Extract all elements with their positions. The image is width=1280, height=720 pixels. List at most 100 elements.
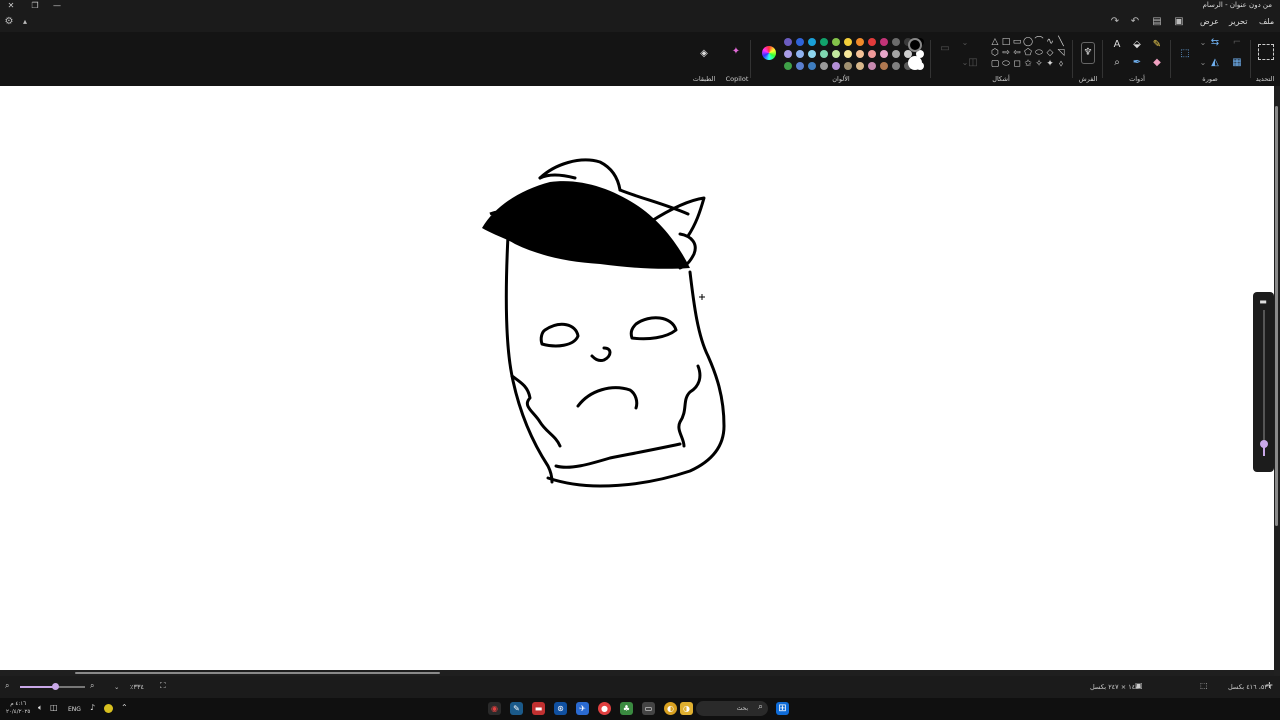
shape-outline-icon[interactable]: ▭	[938, 42, 952, 56]
magnifier-icon[interactable]: ⌕	[1110, 56, 1124, 70]
color-swatch[interactable]	[856, 62, 864, 70]
zoom-out-icon[interactable]: ⌕	[5, 681, 9, 691]
color-swatch[interactable]	[820, 50, 828, 58]
resize-icon[interactable]: ⇆	[1208, 36, 1222, 50]
shape-tool-icon[interactable]: ✩	[1023, 60, 1033, 69]
clock[interactable]: ٤:١٦ م ٢٠/٤/٢٠٢٥	[6, 700, 30, 716]
minimize-icon[interactable]: —	[46, 0, 68, 12]
color-swatch[interactable]	[892, 38, 900, 46]
microphone-icon[interactable]: ♪	[90, 703, 95, 712]
shape-tool-icon[interactable]: ⬭	[1034, 49, 1044, 58]
color-swatch[interactable]	[796, 62, 804, 70]
shape-tool-icon[interactable]: ◇	[1045, 49, 1055, 58]
shape-tool-icon[interactable]: ⇨	[1001, 49, 1011, 58]
app-icon-3[interactable]: ▬	[532, 702, 545, 715]
color-swatch[interactable]	[796, 50, 804, 58]
shape-tool-icon[interactable]: ◻	[1012, 60, 1022, 69]
shape-tool-icon[interactable]: △	[990, 38, 1000, 47]
shape-tool-icon[interactable]: ╲	[1056, 38, 1066, 47]
menu-view[interactable]: عرض	[1200, 17, 1219, 26]
eraser-icon[interactable]: ◆	[1150, 56, 1164, 70]
shape-tool-icon[interactable]: ▭	[1012, 38, 1022, 47]
text-icon[interactable]: A	[1110, 38, 1124, 52]
app-icon-5[interactable]: ✈	[576, 702, 589, 715]
zoom-in-icon[interactable]: ⌕	[90, 681, 94, 691]
image-select-icon[interactable]: ⬚	[1178, 47, 1192, 61]
layers-icon[interactable]: ◈	[697, 47, 711, 61]
menu-file[interactable]: ملف	[1259, 17, 1274, 26]
copilot-icon[interactable]: ✦	[729, 45, 743, 59]
settings-icon[interactable]: ⚙	[2, 15, 16, 29]
language-indicator[interactable]: ENG	[68, 706, 81, 713]
shape-outline-dropdown-icon[interactable]: ⌄	[958, 36, 972, 50]
color-swatch[interactable]	[832, 50, 840, 58]
shape-tool-icon[interactable]: ⬭	[1001, 60, 1011, 69]
color-swatch[interactable]	[880, 62, 888, 70]
file-explorer-icon[interactable]: ▭	[642, 702, 655, 715]
shape-tool-icon[interactable]: ⬡	[990, 49, 1000, 58]
brush-icon[interactable]: ♆	[1081, 42, 1095, 64]
color-swatch[interactable]	[784, 50, 792, 58]
menu-edit[interactable]: تحرير	[1229, 17, 1247, 26]
shape-tool-icon[interactable]: ▢	[990, 60, 1000, 69]
app-icon-4[interactable]: ⊛	[554, 702, 567, 715]
color-swatch[interactable]	[868, 50, 876, 58]
zoom-dropdown-icon[interactable]: ⌄	[114, 683, 119, 691]
drawing-canvas[interactable]	[0, 86, 1274, 670]
shape-fill-icon[interactable]: ◫	[966, 56, 980, 70]
color-swatch[interactable]	[868, 38, 876, 46]
zoom-slider[interactable]	[52, 683, 60, 690]
show-hidden-icons-icon[interactable]: ⌃	[121, 703, 128, 712]
crop-icon[interactable]: ⌐	[1230, 36, 1244, 50]
color-swatch[interactable]	[784, 62, 792, 70]
shape-tool-icon[interactable]: ⌒	[1034, 38, 1044, 47]
app-icon-7[interactable]: ♣	[620, 702, 633, 715]
undo-icon[interactable]: ↶	[1128, 15, 1142, 29]
open-file-icon[interactable]: ▤	[1150, 15, 1164, 29]
color-swatch[interactable]	[844, 38, 852, 46]
color-swatch[interactable]	[844, 50, 852, 58]
color-swatch[interactable]	[820, 38, 828, 46]
primary-color[interactable]	[908, 38, 922, 52]
shape-tool-icon[interactable]: ⬠	[1023, 49, 1033, 58]
color-swatch[interactable]	[832, 62, 840, 70]
color-swatch[interactable]	[880, 50, 888, 58]
redo-icon[interactable]: ↷	[1108, 15, 1122, 29]
vertical-scrollbar[interactable]	[1274, 86, 1280, 670]
app-icon-6[interactable]: ●	[598, 702, 611, 715]
brush-size-track[interactable]	[1263, 310, 1265, 456]
browser-icon[interactable]: ◐	[664, 702, 677, 715]
color-swatch[interactable]	[820, 62, 828, 70]
search-box[interactable]: بحث ⌕	[696, 701, 768, 716]
network-icon[interactable]: ◫	[50, 703, 58, 712]
color-picker-icon[interactable]	[762, 46, 776, 60]
account-icon[interactable]: ▴	[18, 15, 32, 29]
shape-tool-icon[interactable]: ◯	[1023, 38, 1033, 47]
vertical-scroll-thumb[interactable]	[1275, 106, 1278, 526]
close-icon[interactable]: ✕	[0, 0, 22, 12]
color-swatch[interactable]	[880, 38, 888, 46]
color-swatch[interactable]	[856, 50, 864, 58]
zoom-value[interactable]: ٪٣٣٤	[130, 683, 144, 691]
color-swatch[interactable]	[856, 38, 864, 46]
image-remove-bg-icon[interactable]: ▦	[1230, 56, 1244, 70]
paint-app-icon[interactable]: ✎	[510, 702, 523, 715]
color-swatch[interactable]	[832, 38, 840, 46]
selection-icon[interactable]	[1258, 44, 1274, 60]
fit-to-window-icon[interactable]: ⛶	[160, 681, 166, 691]
color-swatch[interactable]	[808, 50, 816, 58]
tray-app-icon[interactable]	[104, 704, 113, 713]
color-swatch[interactable]	[868, 62, 876, 70]
color-swatch[interactable]	[796, 38, 804, 46]
color-picker-tool-icon[interactable]: ✒	[1130, 56, 1144, 70]
horizontal-scroll-thumb[interactable]	[75, 672, 440, 674]
fill-bucket-icon[interactable]: ⬙	[1130, 38, 1144, 52]
app-icon-1[interactable]: ◉	[488, 702, 501, 715]
app-icon-9[interactable]: ◑	[680, 702, 693, 715]
volume-icon[interactable]: 🔈︎	[38, 703, 43, 713]
shape-tool-icon[interactable]: ✧	[1034, 60, 1044, 69]
color-swatch[interactable]	[892, 62, 900, 70]
color-swatch[interactable]	[808, 38, 816, 46]
shape-tool-icon[interactable]: ∿	[1045, 38, 1055, 47]
brush-size-slider[interactable]	[1260, 440, 1268, 449]
